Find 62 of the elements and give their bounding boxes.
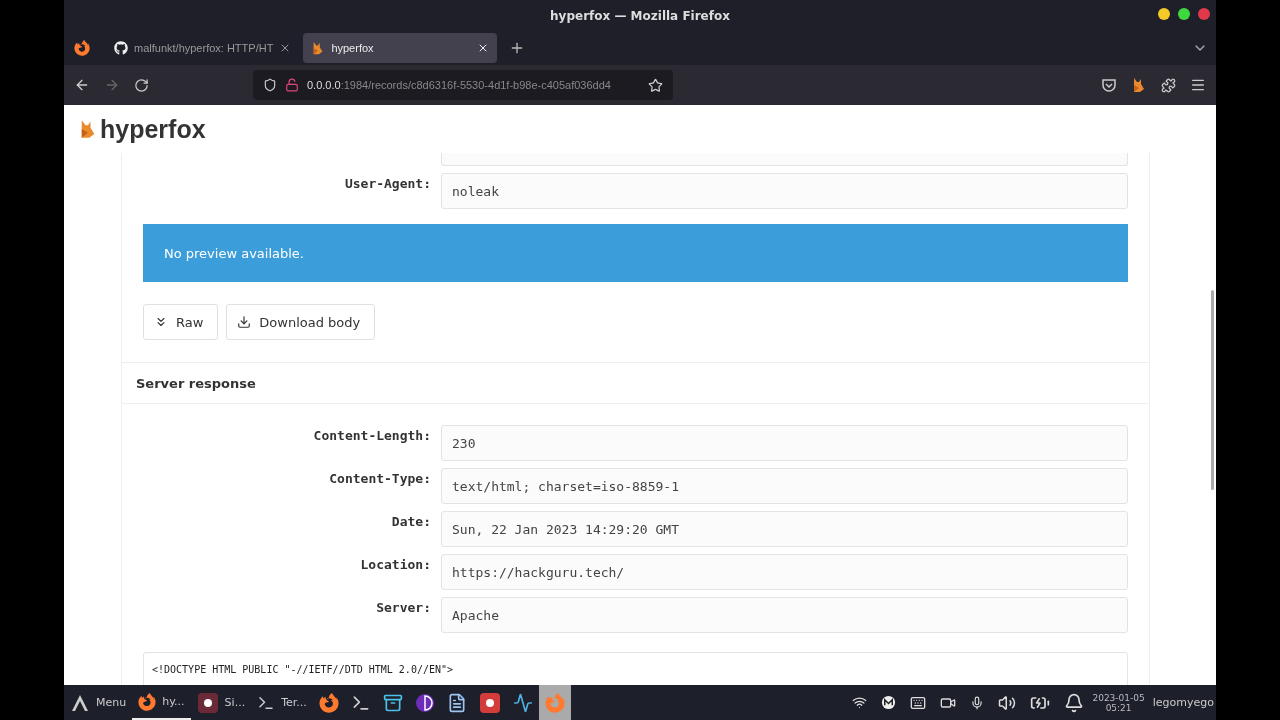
header-value-field: Apache [441, 597, 1128, 633]
reload-icon[interactable] [134, 77, 149, 93]
download-button[interactable]: Download body [226, 304, 376, 340]
header-label: Date: [390, 513, 431, 529]
keyboard-icon[interactable] [910, 694, 927, 711]
header-label: Location: [359, 556, 431, 572]
mic-icon[interactable] [970, 695, 985, 710]
bookmark-star-icon[interactable] [648, 77, 663, 93]
bell-icon[interactable] [1064, 692, 1085, 713]
taskbar-window[interactable]: Si... [190, 685, 252, 720]
header-label: User-Agent: [343, 175, 431, 191]
maximize-button[interactable] [1178, 8, 1190, 20]
header-label: Content-Length: [312, 427, 431, 443]
wifi-icon[interactable] [852, 695, 868, 710]
extensions-icon[interactable] [1161, 77, 1176, 93]
firefox-icon [138, 692, 157, 711]
back-icon[interactable] [74, 77, 90, 93]
header-value-field: text/html; charset=iso-8859-1 [441, 468, 1128, 504]
raw-button[interactable]: Raw [143, 304, 219, 340]
fox-extension-icon [1131, 77, 1147, 93]
header-label: Content-Type: [328, 470, 431, 486]
preview-alert: No preview available. [143, 224, 1128, 282]
github-icon [114, 41, 128, 55]
pocket-icon[interactable] [1101, 77, 1117, 93]
user-name: legomyego [1152, 696, 1214, 709]
window-title: hyperfox — Mozilla Firefox [550, 8, 730, 23]
header-value-field: Sun, 22 Jan 2023 14:29:20 GMT [441, 511, 1128, 547]
browser-tab[interactable]: hyperfox [303, 33, 498, 63]
volume-icon[interactable] [998, 693, 1017, 712]
header-label: Server: [375, 599, 431, 615]
forward-icon[interactable] [104, 77, 120, 93]
firefox-icon[interactable] [74, 40, 90, 56]
m-icon[interactable] [881, 695, 897, 710]
menu-icon[interactable] [1190, 77, 1206, 93]
url-host: 0.0.0.0 [307, 79, 341, 91]
menu-button[interactable]: Menu [64, 685, 133, 720]
header-value-field: 230 [441, 425, 1128, 461]
address-bar[interactable]: 0.0.0.0:1984/records/c8d6316f-5530-4d1f-b98e-c405af036dd4 [253, 70, 673, 100]
record-icon[interactable] [478, 691, 501, 714]
launcher-button[interactable] [538, 685, 571, 720]
close-button[interactable] [1198, 8, 1210, 20]
clock[interactable]: 2023-01-05 05:21 [1092, 692, 1145, 713]
header-value-field: noleak [441, 173, 1128, 209]
header-value-field: https://hackguru.tech/ [441, 554, 1128, 590]
browser-tab[interactable]: malfunkt/hyperfox: HTTP/HT [106, 33, 300, 63]
download-icon [237, 315, 252, 329]
activity-monitor-icon[interactable] [512, 692, 533, 713]
double-chevron-icon [154, 315, 168, 329]
firefox-icon[interactable] [318, 692, 339, 713]
url-path: :1984/records/c8d6316f-5530-4d1f-b98e-c405af036dd4 [340, 79, 611, 91]
shield-icon [263, 78, 277, 92]
taskbar-window[interactable]: Ter... [251, 685, 313, 720]
insecure-lock-icon [285, 78, 299, 92]
scrollbar-thumb[interactable] [1211, 290, 1214, 490]
file-cabinet-icon[interactable] [382, 692, 403, 713]
taskbar-window[interactable]: hy... [132, 685, 191, 720]
onion-icon[interactable] [414, 692, 435, 713]
section-title: Server response [136, 375, 256, 391]
brand-name: hyperfox [100, 114, 206, 144]
minimize-button[interactable] [1158, 8, 1170, 20]
code-line: <!DOCTYPE HTML PUBLIC "-//IETF//DTD HTML 2.0//EN"> [152, 663, 455, 677]
record-icon[interactable] [196, 691, 219, 714]
